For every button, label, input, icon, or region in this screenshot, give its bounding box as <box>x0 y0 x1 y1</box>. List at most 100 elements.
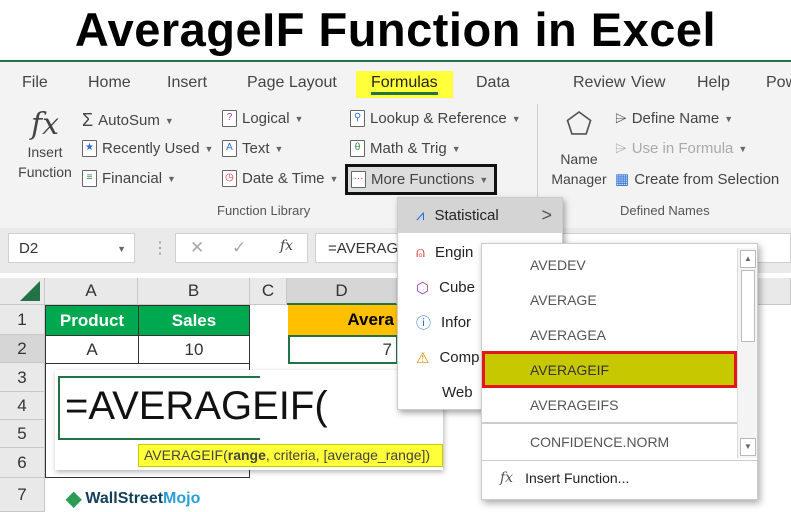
logical-button[interactable]: ? Logical ▼ <box>222 110 303 127</box>
tooltip-arg[interactable]: range <box>228 447 266 463</box>
column-header-c[interactable]: C <box>250 278 287 305</box>
define-name-button[interactable]: ⌲ Define Name ▼ <box>615 110 733 127</box>
row-header-2[interactable]: 2 <box>0 335 45 363</box>
date-time-button[interactable]: ◷ Date & Time ▼ <box>222 170 338 187</box>
tab-home[interactable]: Home <box>88 74 131 92</box>
submenu-item-avedev[interactable]: AVEDEV <box>530 257 586 273</box>
insert-function-item[interactable]: fx Insert Function... <box>500 470 629 486</box>
tab-view[interactable]: View <box>631 74 665 92</box>
submenu-item-confidence-norm[interactable]: CONFIDENCE.NORM <box>530 434 669 450</box>
scrollbar[interactable]: ▲ ▼ <box>737 248 757 458</box>
divider <box>482 422 737 424</box>
row-header-5[interactable]: 5 <box>0 420 45 448</box>
autosum-button[interactable]: Σ AutoSum ▼ <box>82 110 174 131</box>
cell-b1[interactable]: Sales <box>138 305 250 336</box>
chevron-down-icon: ▼ <box>724 113 734 124</box>
row-header-1[interactable]: 1 <box>0 305 45 335</box>
tab-data[interactable]: Data <box>476 74 510 92</box>
chevron-down-icon: ▼ <box>274 143 284 154</box>
create-from-selection-button[interactable]: ▦ Create from Selection <box>615 170 779 189</box>
cell-a2[interactable]: A <box>45 335 139 364</box>
row-header-6[interactable]: 6 <box>0 448 45 478</box>
label: More Functions <box>371 171 475 188</box>
tab-help[interactable]: Help <box>697 74 730 92</box>
label: Insert <box>27 144 63 160</box>
chevron-down-icon: ▼ <box>479 174 489 185</box>
tooltip-fn: AVERAGEIF( <box>144 447 228 463</box>
chevron-down-icon: ▼ <box>451 143 461 154</box>
question-icon: ? <box>222 110 237 127</box>
logo-icon: ◆ <box>66 488 82 510</box>
insert-function-button[interactable]: fx Insert Function <box>12 107 78 182</box>
sigma-icon: Σ <box>82 110 94 130</box>
use-in-formula-button[interactable]: ⌲ Use in Formula ▼ <box>615 140 747 157</box>
submenu-item-averageif[interactable]: AVERAGEIF <box>482 351 737 388</box>
name-box[interactable]: D2 ▼ <box>8 233 135 263</box>
tag-fx-icon: ⌲ <box>615 140 627 157</box>
math-trig-button[interactable]: θ Math & Trig ▼ <box>350 140 461 157</box>
scroll-up-button[interactable]: ▲ <box>740 250 756 268</box>
lookup-reference-button[interactable]: ⚲ Lookup & Reference ▼ <box>350 110 521 127</box>
label: Engin <box>435 244 474 261</box>
label: Use in Formula <box>631 140 734 157</box>
tab-page-layout[interactable]: Page Layout <box>247 74 337 92</box>
submenu-item-averagea[interactable]: AVERAGEA <box>530 327 606 343</box>
label: Manager <box>551 171 607 187</box>
grip-icon: ⋮ <box>152 240 168 257</box>
cell-d1[interactable]: Avera <box>288 305 398 336</box>
tab-file[interactable]: File <box>22 74 48 92</box>
recently-used-button[interactable]: ★ Recently Used ▼ <box>82 140 213 157</box>
cancel-icon[interactable]: ✕ <box>190 238 204 258</box>
statistical-submenu: AVEDEV AVERAGE AVERAGEA AVERAGEIF AVERAG… <box>481 243 758 500</box>
fx-icon[interactable]: fx <box>280 238 293 254</box>
label: Name <box>560 151 598 167</box>
divider <box>482 460 758 461</box>
scroll-down-button[interactable]: ▼ <box>740 438 756 456</box>
check-icon[interactable]: ✓ <box>232 238 246 258</box>
tab-insert[interactable]: Insert <box>167 74 207 92</box>
select-all-button[interactable] <box>0 278 45 305</box>
edit-popup: =AVERAGEIF( AVERAGEIF(range, criteria, [… <box>55 370 443 470</box>
chevron-down-icon: ▼ <box>738 143 748 154</box>
more-functions-icon: ··· <box>351 171 366 188</box>
logo-text: Mojo <box>163 489 201 507</box>
label: AutoSum <box>98 112 160 129</box>
select-all-icon <box>20 281 40 301</box>
cell-d2[interactable]: 7 <box>288 335 398 364</box>
column-header-a[interactable]: A <box>45 278 138 305</box>
text-button[interactable]: A Text ▼ <box>222 140 283 157</box>
submenu-item-average[interactable]: AVERAGE <box>530 292 597 308</box>
label: Text <box>242 140 270 157</box>
star-icon: ★ <box>82 140 97 157</box>
cell-a1[interactable]: Product <box>45 305 139 336</box>
name-manager-button[interactable]: ⬠ Name Manager <box>548 107 610 189</box>
table-icon: ▦ <box>615 171 630 188</box>
menu-item-statistical[interactable]: ⩘ Statistical > <box>398 198 562 233</box>
tab-review[interactable]: Review <box>573 74 625 92</box>
row-header-7[interactable]: 7 <box>0 478 45 512</box>
clock-icon: ◷ <box>222 170 237 187</box>
label: Recently Used <box>102 140 200 157</box>
row-header-4[interactable]: 4 <box>0 392 45 420</box>
column-header-d[interactable]: D <box>287 278 397 305</box>
fx-icon: fx <box>500 470 514 486</box>
more-functions-button[interactable]: ··· More Functions ▼ <box>345 164 497 195</box>
info-icon: ⓘ <box>416 315 432 332</box>
row-header-3[interactable]: 3 <box>0 363 45 392</box>
cell-b2[interactable]: 10 <box>138 335 250 364</box>
formula-buttons: ✕ ✓ fx <box>175 233 308 263</box>
label: Infor <box>441 314 472 331</box>
tab-formulas[interactable]: Formulas <box>356 71 453 98</box>
label: Lookup & Reference <box>370 110 507 127</box>
submenu-item-averageifs[interactable]: AVERAGEIFS <box>530 397 618 413</box>
tooltip-rest: , criteria, [average_range]) <box>265 447 431 463</box>
label: Cube <box>439 279 475 296</box>
label: Insert Function... <box>525 470 630 486</box>
function-library-label: Function Library <box>217 203 311 218</box>
tab-power[interactable]: Pow <box>766 74 791 92</box>
financial-button[interactable]: ≡ Financial ▼ <box>82 170 176 187</box>
column-header-b[interactable]: B <box>138 278 250 305</box>
label: Statistical <box>434 207 499 224</box>
scroll-thumb[interactable] <box>741 270 755 342</box>
chevron-down-icon: ▼ <box>511 113 521 124</box>
